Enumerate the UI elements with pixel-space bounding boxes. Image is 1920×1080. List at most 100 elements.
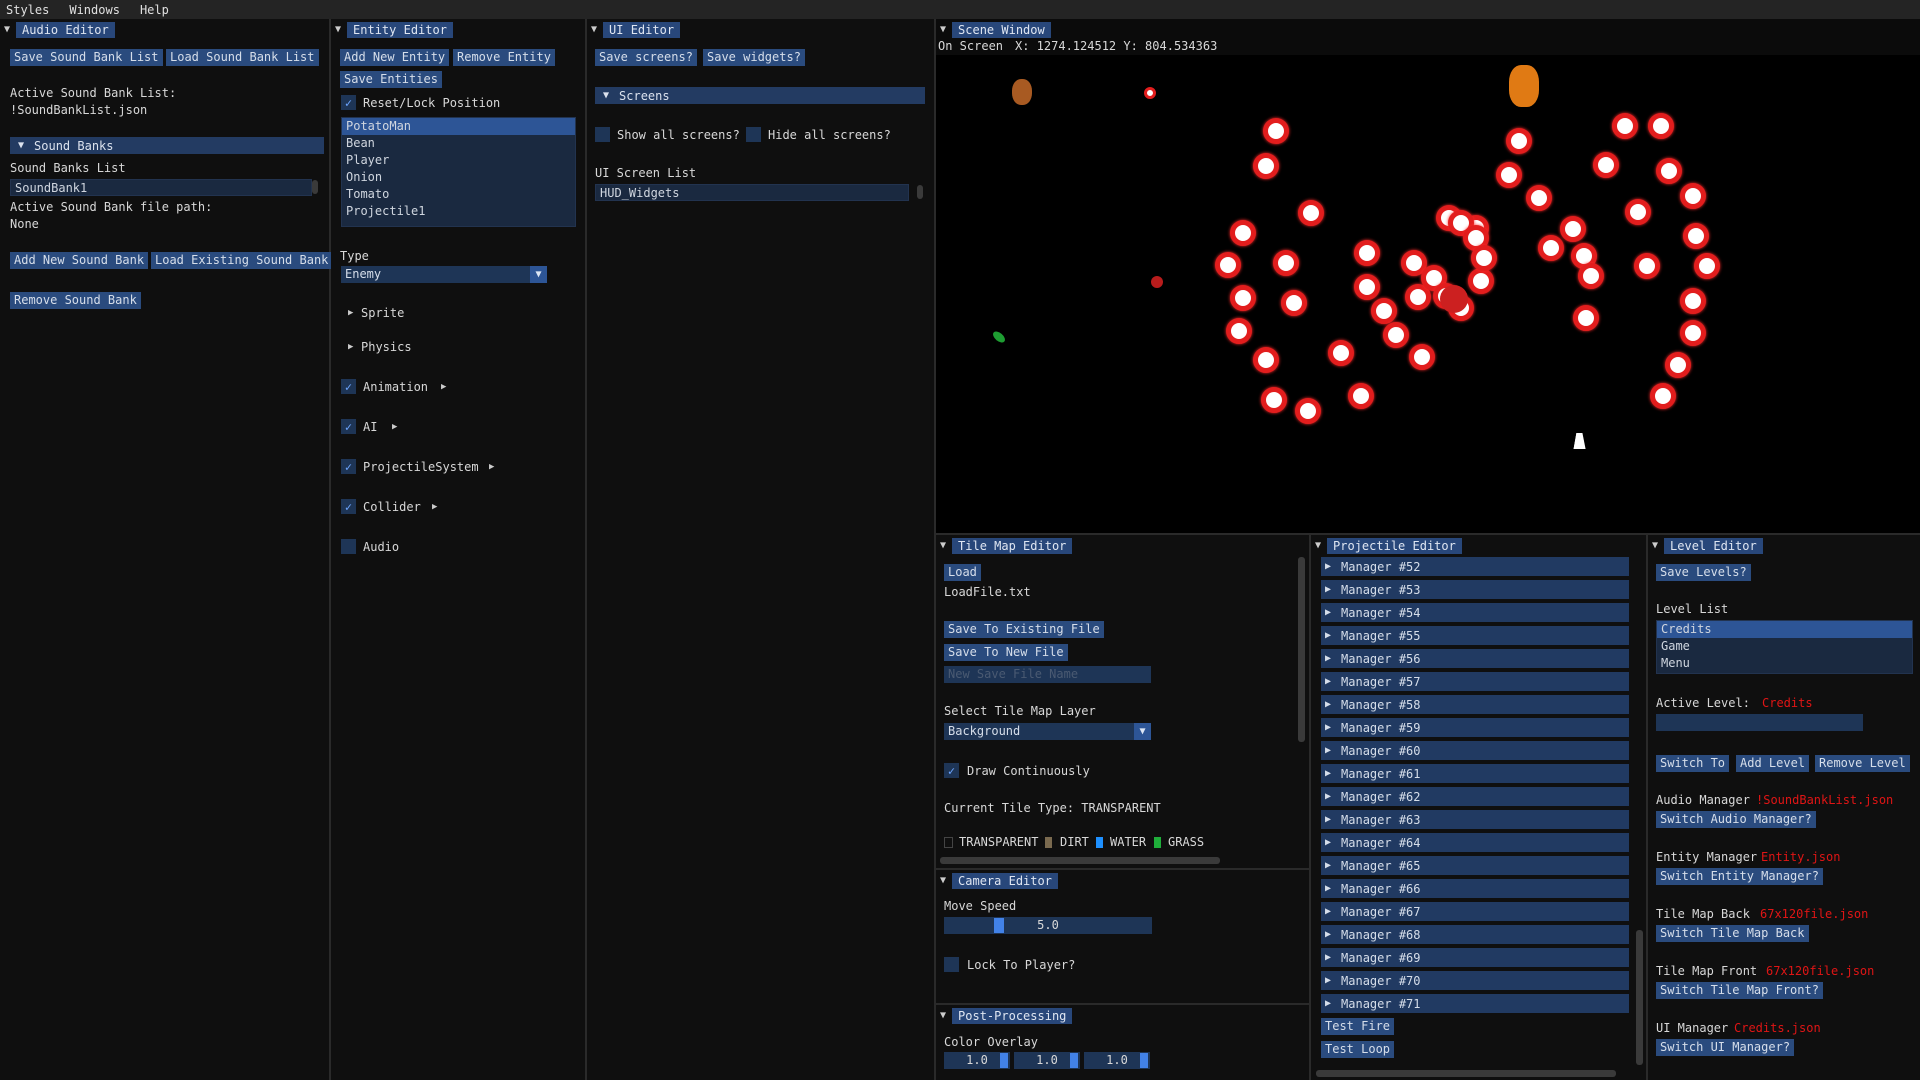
chevron-right-icon[interactable]: ▶: [1325, 814, 1331, 825]
menu-styles[interactable]: Styles: [6, 3, 49, 17]
vertical-scrollbar[interactable]: [1298, 557, 1305, 742]
level-editor-titlebar[interactable]: ▼ Level Editor: [1652, 537, 1763, 554]
horizontal-scrollbar[interactable]: [940, 857, 1220, 864]
manager-row[interactable]: ▶ Manager #68: [1321, 925, 1629, 944]
chevron-right-icon[interactable]: ▶: [441, 382, 446, 392]
chevron-right-icon[interactable]: ▶: [489, 462, 494, 472]
switch-tilemap-back-button[interactable]: Switch Tile Map Back: [1656, 925, 1809, 942]
collapse-icon[interactable]: ▼: [940, 540, 946, 551]
menu-help[interactable]: Help: [140, 3, 169, 17]
add-new-sound-bank-button[interactable]: Add New Sound Bank: [10, 252, 149, 269]
new-file-name-input[interactable]: New Save File Name: [944, 666, 1151, 683]
chevron-down-icon[interactable]: ▼: [530, 266, 547, 283]
audio-editor-titlebar[interactable]: ▼ Audio Editor: [4, 21, 115, 38]
switch-ui-manager-button[interactable]: Switch UI Manager?: [1656, 1039, 1795, 1056]
chevron-right-icon[interactable]: ▶: [1325, 791, 1331, 802]
manager-row[interactable]: ▶ Manager #57: [1321, 672, 1629, 691]
chevron-right-icon[interactable]: ▶: [1325, 699, 1331, 710]
move-speed-slider[interactable]: 5.0: [944, 917, 1152, 934]
collider-checkbox[interactable]: ✓: [341, 499, 356, 514]
ui-editor-titlebar[interactable]: ▼ UI Editor: [591, 21, 681, 38]
list-item[interactable]: Game: [1657, 638, 1912, 655]
manager-row[interactable]: ▶ Manager #60: [1321, 741, 1629, 760]
layer-dropdown[interactable]: Background ▼: [944, 723, 1151, 740]
manager-row[interactable]: ▶ Manager #62: [1321, 787, 1629, 806]
color-overlay-b[interactable]: 1.0: [1084, 1052, 1150, 1069]
tile-swatch-water[interactable]: [1096, 837, 1103, 848]
switch-entity-manager-button[interactable]: Switch Entity Manager?: [1656, 868, 1823, 885]
manager-horizontal-scrollbar[interactable]: [1316, 1070, 1616, 1077]
remove-entity-button[interactable]: Remove Entity: [453, 49, 555, 66]
add-level-button[interactable]: Add Level: [1736, 755, 1810, 772]
slider-grab[interactable]: [1000, 1053, 1008, 1068]
switch-to-button[interactable]: Switch To: [1656, 755, 1730, 772]
tile-swatch-dirt[interactable]: [1045, 837, 1052, 848]
chevron-right-icon[interactable]: ▶: [1325, 952, 1331, 963]
collapse-icon[interactable]: ▼: [940, 875, 946, 886]
chevron-down-icon[interactable]: ▼: [1134, 723, 1151, 740]
save-screens-button[interactable]: Save screens?: [595, 49, 697, 66]
list-item[interactable]: Credits: [1657, 621, 1912, 638]
animation-checkbox[interactable]: ✓: [341, 379, 356, 394]
scrollbar[interactable]: [312, 180, 318, 194]
slider-grab[interactable]: [1070, 1053, 1078, 1068]
collapse-icon[interactable]: ▼: [1315, 540, 1321, 551]
manager-row[interactable]: ▶ Manager #64: [1321, 833, 1629, 852]
test-loop-button[interactable]: Test Loop: [1321, 1041, 1395, 1058]
chevron-right-icon[interactable]: ▶: [1325, 768, 1331, 779]
list-item[interactable]: Onion: [342, 169, 575, 186]
collapse-icon[interactable]: ▼: [1652, 540, 1658, 551]
manager-row[interactable]: ▶ Manager #53: [1321, 580, 1629, 599]
load-button[interactable]: Load: [944, 564, 981, 581]
manager-row[interactable]: ▶ Manager #59: [1321, 718, 1629, 737]
lock-to-player-checkbox[interactable]: [944, 957, 959, 972]
collapse-icon[interactable]: ▼: [591, 24, 597, 35]
manager-row[interactable]: ▶ Manager #56: [1321, 649, 1629, 668]
color-overlay-g[interactable]: 1.0: [1014, 1052, 1080, 1069]
chevron-right-icon[interactable]: ▶: [1325, 906, 1331, 917]
screens-header[interactable]: ▼ Screens: [595, 87, 925, 104]
ui-screen-list[interactable]: HUD_Widgets: [595, 184, 909, 201]
switch-tilemap-front-button[interactable]: Switch Tile Map Front?: [1656, 982, 1823, 999]
manager-row[interactable]: ▶ Manager #58: [1321, 695, 1629, 714]
chevron-right-icon[interactable]: ▶: [1325, 860, 1331, 871]
chevron-right-icon[interactable]: ▶: [1325, 561, 1331, 572]
sound-banks-header[interactable]: ▼ Sound Banks: [10, 137, 324, 154]
post-processing-titlebar[interactable]: ▼ Post-Processing: [940, 1007, 1073, 1024]
manager-scrollbar[interactable]: [1636, 930, 1643, 1065]
list-item[interactable]: Tomato: [342, 186, 575, 203]
scene-viewport[interactable]: [936, 55, 1920, 533]
chevron-right-icon[interactable]: ▶: [1325, 722, 1331, 733]
menu-windows[interactable]: Windows: [69, 3, 120, 17]
reset-lock-checkbox[interactable]: ✓: [341, 95, 356, 110]
chevron-right-icon[interactable]: ▶: [392, 422, 397, 432]
manager-row[interactable]: ▶ Manager #65: [1321, 856, 1629, 875]
sound-banks-list[interactable]: SoundBank1: [10, 179, 312, 196]
entity-list[interactable]: PotatoMan Bean Player Onion Tomato Proje…: [341, 117, 576, 227]
scrollbar[interactable]: [917, 185, 923, 199]
test-fire-button[interactable]: Test Fire: [1321, 1018, 1395, 1035]
save-widgets-button[interactable]: Save widgets?: [703, 49, 805, 66]
type-dropdown[interactable]: Enemy ▼: [341, 266, 547, 283]
chevron-right-icon[interactable]: ▶: [348, 342, 353, 352]
list-item[interactable]: HUD_Widgets: [596, 185, 908, 202]
load-existing-sound-bank-button[interactable]: Load Existing Sound Bank: [151, 252, 333, 269]
save-new-button[interactable]: Save To New File: [944, 644, 1068, 661]
manager-row[interactable]: ▶ Manager #63: [1321, 810, 1629, 829]
list-item[interactable]: Player: [342, 152, 575, 169]
chevron-right-icon[interactable]: ▶: [1325, 745, 1331, 756]
camera-editor-titlebar[interactable]: ▼ Camera Editor: [940, 872, 1058, 889]
manager-row[interactable]: ▶ Manager #61: [1321, 764, 1629, 783]
list-item[interactable]: SoundBank1: [11, 180, 311, 197]
manager-row[interactable]: ▶ Manager #67: [1321, 902, 1629, 921]
chevron-right-icon[interactable]: ▶: [1325, 837, 1331, 848]
audio-checkbox[interactable]: [341, 539, 356, 554]
collapse-icon[interactable]: ▼: [4, 24, 10, 35]
collapse-icon[interactable]: ▼: [335, 24, 341, 35]
load-sound-bank-list-button[interactable]: Load Sound Bank List: [166, 49, 319, 66]
manager-row[interactable]: ▶ Manager #52: [1321, 557, 1629, 576]
chevron-right-icon[interactable]: ▶: [1325, 975, 1331, 986]
entity-editor-titlebar[interactable]: ▼ Entity Editor: [335, 21, 453, 38]
save-sound-bank-list-button[interactable]: Save Sound Bank List: [10, 49, 163, 66]
add-new-entity-button[interactable]: Add New Entity: [340, 49, 450, 66]
